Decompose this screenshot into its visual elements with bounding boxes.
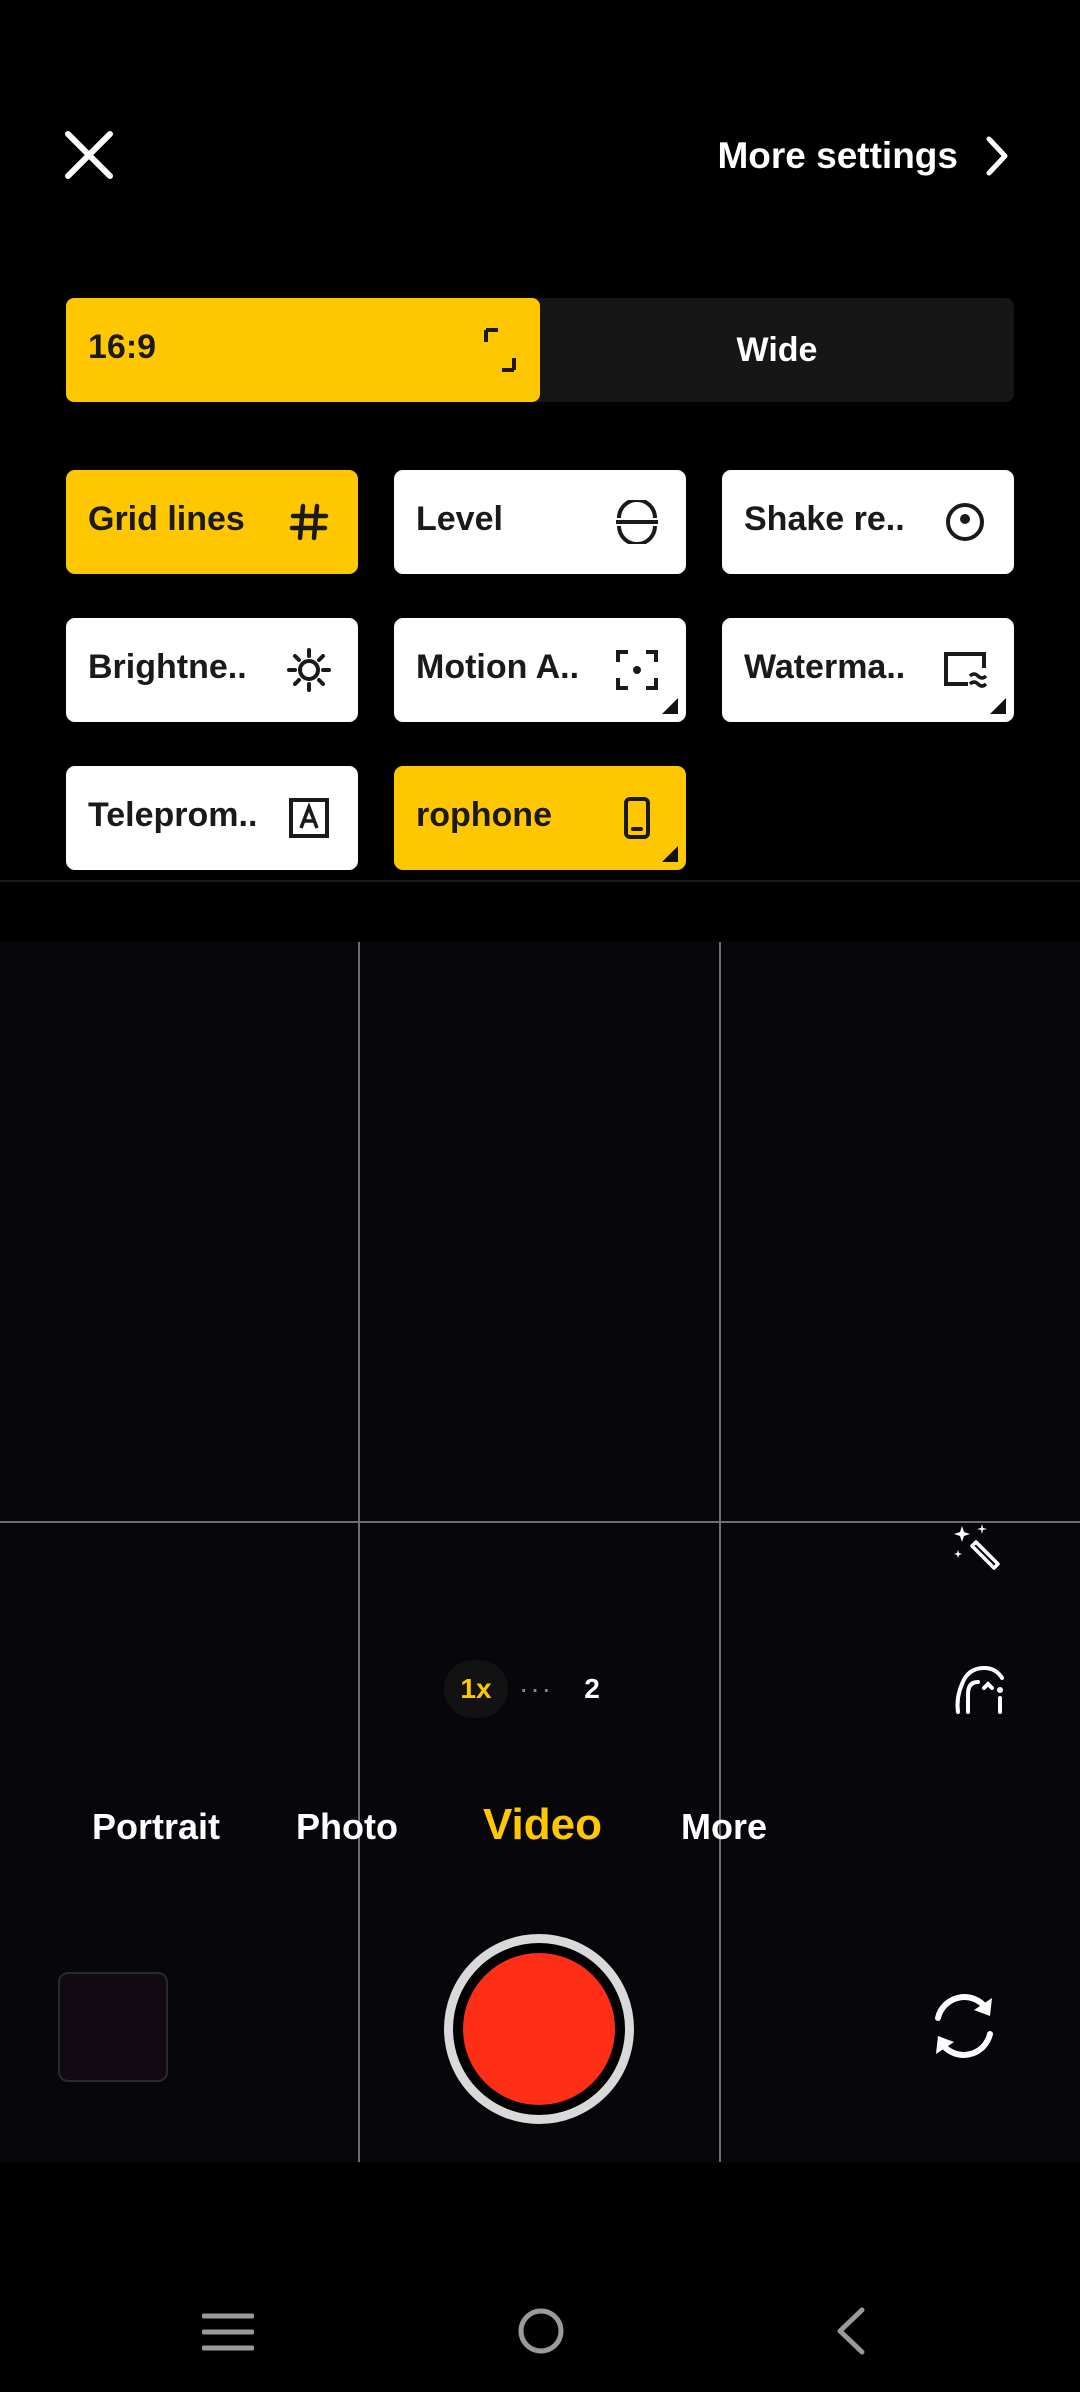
mode-selector: Portrait Photo Video More bbox=[0, 1800, 1080, 1866]
tile-label: Motion A.. bbox=[416, 648, 580, 686]
switch-camera-button[interactable] bbox=[926, 1988, 1002, 2064]
submenu-indicator bbox=[990, 698, 1006, 714]
panel-divider bbox=[0, 880, 1080, 882]
home-icon[interactable] bbox=[516, 2306, 566, 2356]
tile-teleprompter[interactable]: Teleprom.. bbox=[66, 766, 358, 870]
tile-label: Level bbox=[416, 500, 503, 538]
back-icon[interactable] bbox=[832, 2306, 868, 2356]
magic-wand-icon bbox=[954, 1524, 1000, 1570]
mode-portrait[interactable]: Portrait bbox=[92, 1806, 220, 1848]
record-button[interactable] bbox=[444, 1934, 634, 2124]
zoom-selector: 1x ··· 2 bbox=[444, 1660, 634, 1718]
tile-motion-autofocus[interactable]: Motion A.. bbox=[394, 618, 686, 722]
tile-microphone[interactable]: rophone bbox=[394, 766, 686, 870]
motion-focus-icon bbox=[616, 650, 658, 690]
record-button-core bbox=[463, 1953, 615, 2105]
aspect-ratio-toggle: 16:9 Wide bbox=[66, 298, 1014, 402]
tile-grid-lines[interactable]: Grid lines bbox=[66, 470, 358, 574]
face-ai-icon bbox=[955, 1665, 1004, 1714]
tile-label: Shake re.. bbox=[744, 500, 905, 538]
mode-photo[interactable]: Photo bbox=[296, 1806, 398, 1848]
chevron-right-icon bbox=[986, 136, 1008, 176]
magic-effects-button[interactable] bbox=[950, 1520, 1006, 1576]
mode-video[interactable]: Video bbox=[483, 1800, 602, 1850]
recent-apps-icon[interactable] bbox=[202, 2310, 254, 2354]
more-settings-label: More settings bbox=[717, 135, 958, 176]
tile-label: Grid lines bbox=[88, 500, 245, 538]
zoom-dots: ··· bbox=[519, 1673, 553, 1704]
grid-line-horizontal bbox=[0, 1521, 1080, 1523]
tile-label: rophone bbox=[416, 796, 552, 834]
gallery-thumbnail[interactable] bbox=[58, 1972, 168, 2082]
shake-reduction-icon bbox=[946, 503, 984, 541]
switch-camera-icon bbox=[935, 1994, 993, 2058]
tile-label: Brightne.. bbox=[88, 648, 247, 686]
close-icon bbox=[65, 131, 113, 179]
tile-label: Waterma.. bbox=[744, 648, 906, 686]
teleprompter-icon bbox=[289, 798, 329, 838]
level-icon bbox=[616, 500, 658, 544]
grid-icon bbox=[289, 503, 329, 541]
settings-panel: More settings 16:9 Wide Grid lines Level… bbox=[0, 0, 1080, 942]
aspect-ratio-icon bbox=[484, 328, 516, 372]
tile-watermark[interactable]: Waterma.. bbox=[722, 618, 1014, 722]
zoom-1x-button[interactable]: 1x bbox=[444, 1660, 508, 1718]
submenu-indicator bbox=[662, 846, 678, 862]
more-settings-link[interactable]: More settings bbox=[717, 128, 1010, 184]
aspect-option-wide[interactable]: Wide bbox=[540, 298, 1014, 402]
mode-more[interactable]: More bbox=[681, 1806, 767, 1848]
system-navigation-bar bbox=[0, 2270, 1080, 2392]
tile-label: Teleprom.. bbox=[88, 796, 258, 834]
aspect-option-16-9[interactable]: 16:9 bbox=[66, 298, 540, 402]
watermark-icon bbox=[944, 652, 988, 688]
camera-screen: More settings 16:9 Wide Grid lines Level… bbox=[0, 0, 1080, 2392]
tile-shake-reduction[interactable]: Shake re.. bbox=[722, 470, 1014, 574]
aspect-option-label: Wide bbox=[736, 330, 818, 369]
tile-brightness[interactable]: Brightne.. bbox=[66, 618, 358, 722]
aspect-option-label: 16:9 bbox=[88, 328, 157, 366]
phone-icon bbox=[624, 797, 650, 839]
submenu-indicator bbox=[662, 698, 678, 714]
close-button[interactable] bbox=[62, 128, 116, 182]
tile-level[interactable]: Level bbox=[394, 470, 686, 574]
face-beauty-button[interactable] bbox=[952, 1660, 1010, 1718]
brightness-icon bbox=[287, 648, 331, 692]
zoom-2x-button[interactable]: 2 bbox=[564, 1673, 620, 1705]
